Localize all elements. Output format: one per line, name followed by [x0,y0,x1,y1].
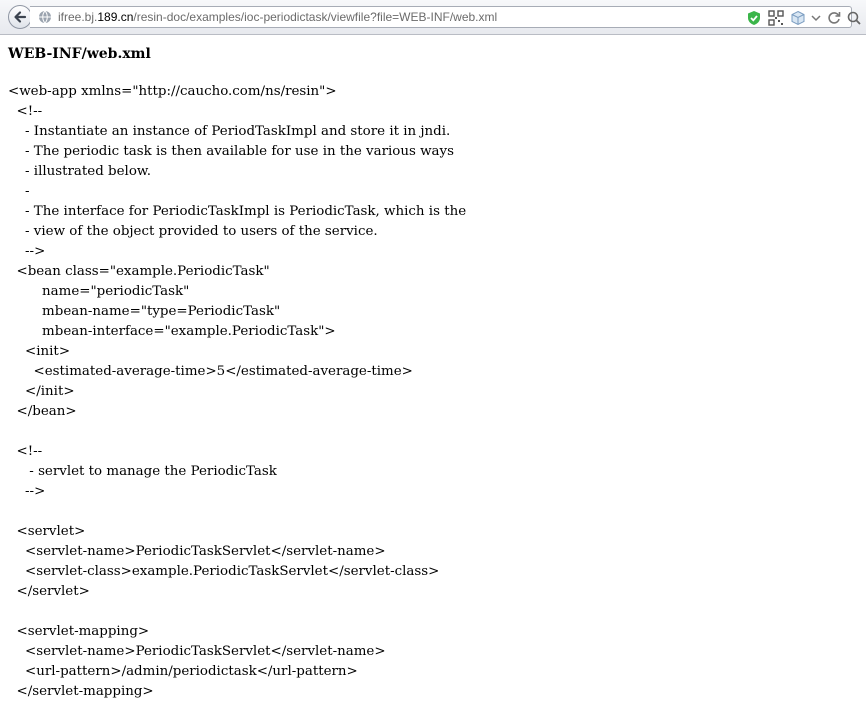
code-line: <servlet-name>PeriodicTaskServlet</servl… [8,544,386,559]
back-arrow-icon [14,11,27,23]
code-line: </servlet-mapping> [8,684,154,699]
code-line: - Instantiate an instance of PeriodTaskI… [8,124,451,139]
back-button[interactable] [8,5,32,29]
code-line: <url-pattern>/admin/periodictask</url-pa… [8,664,358,679]
page-title: WEB-INF/web.xml [8,46,151,62]
code-line: <servlet-mapping> [8,624,150,639]
url-prefix: ifree.bj. [58,10,98,24]
code-line: <init> [8,344,71,359]
code-line: - The periodic task is then available fo… [8,144,454,159]
shield-check-icon[interactable] [746,10,762,26]
code-line: <!-- [8,104,43,119]
code-line: </init> [8,384,75,399]
code-line: --> [8,244,46,259]
code-line: - [8,184,30,199]
code-line: <web-app xmlns="http://caucho.com/ns/res… [8,84,337,99]
search-icon[interactable] [846,10,862,26]
code-line: - servlet to manage the PeriodicTask [8,464,277,479]
code-line: mbean-interface="example.PeriodicTask"> [8,324,336,339]
page-content: WEB-INF/web.xml <web-app xmlns="http://c… [8,44,466,699]
reload-icon[interactable] [826,10,842,26]
dropdown-arrow-icon[interactable] [808,10,824,26]
code-line: <bean class="example.PeriodicTask" [8,264,270,279]
code-line: mbean-name="type=PeriodicTask" [8,304,281,319]
code-line: --> [8,484,46,499]
url-text: ifree.bj.189.cn/resin-doc/examples/ioc-p… [58,10,497,24]
code-line: - view of the object provided to users o… [8,224,378,239]
code-line: <!-- [8,444,43,459]
code-line: <estimated-average-time>5</estimated-ave… [8,364,413,379]
code-line: <servlet> [8,524,86,539]
code-line: - The interface for PeriodicTaskImpl is … [8,204,467,219]
box-icon[interactable] [790,10,806,26]
browser-toolbar: ifree.bj.189.cn/resin-doc/examples/ioc-p… [0,0,866,35]
code-line: name="periodicTask" [8,284,190,299]
qr-code-icon[interactable] [768,10,784,26]
address-bar[interactable]: ifree.bj.189.cn/resin-doc/examples/ioc-p… [30,6,861,28]
code-line: <servlet-class>example.PeriodicTaskServl… [8,564,440,579]
url-domain: 189.cn [97,10,134,24]
url-suffix: /resin-doc/examples/ioc-periodictask/vie… [133,10,498,24]
code-line: - illustrated below. [8,164,152,179]
code-line: </servlet> [8,584,90,599]
code-line: </bean> [8,404,77,419]
code-line: <servlet-name>PeriodicTaskServlet</servl… [8,644,386,659]
site-globe-icon [39,10,51,24]
xml-source: <web-app xmlns="http://caucho.com/ns/res… [8,82,466,702]
